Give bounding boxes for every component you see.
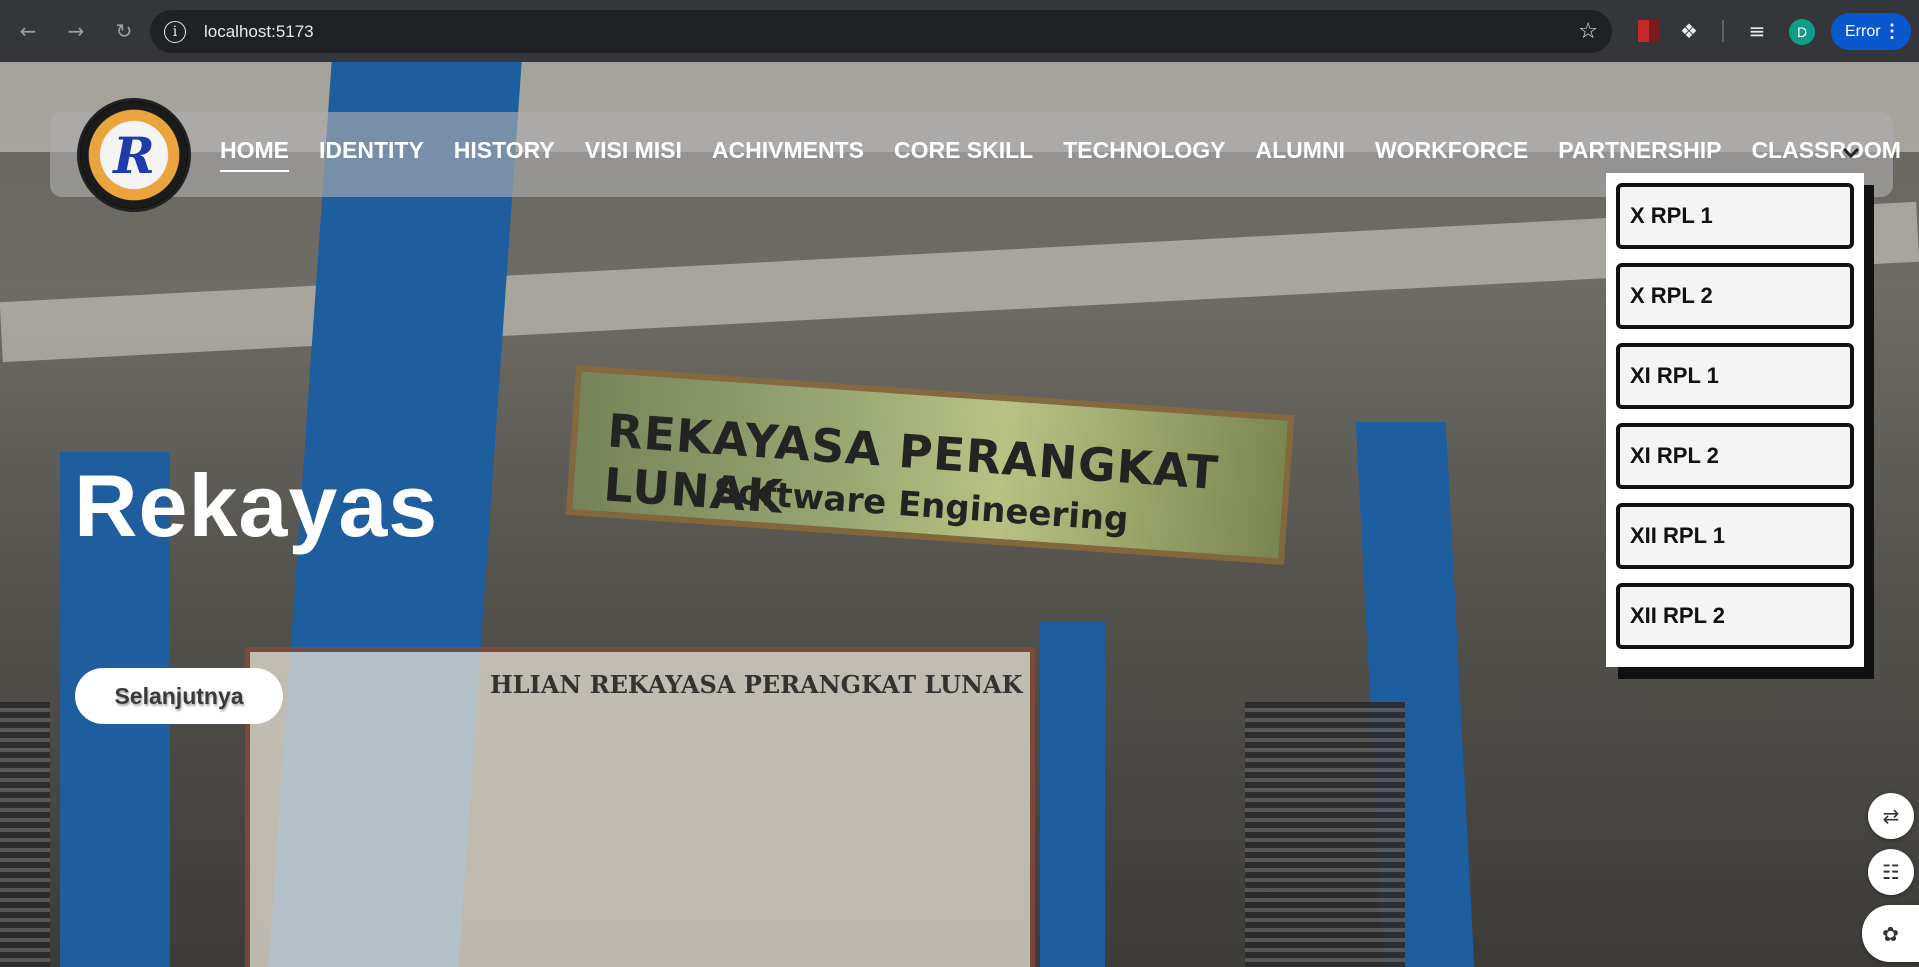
site-info-icon[interactable]: i [164,20,186,43]
nav-item-partnership[interactable]: PARTNERSHIP [1558,137,1721,164]
nav-item-workforce[interactable]: WORKFORCE [1375,137,1528,164]
dropdown-item-xii-rpl-2[interactable]: XII RPL 2 [1616,583,1854,649]
forward-arrow-icon[interactable]: → [56,11,96,51]
dropdown-item-x-rpl-2[interactable]: X RPL 2 [1616,263,1854,329]
dropdown-item-xii-rpl-1[interactable]: XII RPL 1 [1616,503,1854,569]
nav-item-technology[interactable]: TECHNOLOGY [1063,137,1225,164]
puzzle-icon[interactable]: ❖ [1672,14,1706,48]
bookmark-star-icon[interactable]: ☆ [1578,19,1598,44]
menu-dots-icon: ⋮ [1883,21,1901,41]
profile-avatar[interactable]: D [1789,19,1815,45]
nav-menu: HOME IDENTITY HISTORY VISI MISI ACHIVMENTS CO… [220,137,1919,172]
site-logo[interactable]: R [77,98,191,212]
window-grille [1245,702,1405,967]
translate-icon[interactable]: ⇄ [1868,793,1914,839]
window-grille [0,702,50,967]
error-label: Error [1845,22,1881,40]
address-bar[interactable]: i localhost:5173 ☆ [150,10,1612,53]
nav-item-alumni[interactable]: ALUMNI [1256,137,1345,164]
chevron-down-icon[interactable] [1840,142,1862,164]
extension-icon[interactable] [1632,14,1666,48]
media-control-icon[interactable]: ≡ [1740,14,1774,48]
nav-item-visi-misi[interactable]: VISI MISI [585,137,682,164]
classroom-dropdown: X RPL 1 X RPL 2 XI RPL 1 XI RPL 2 XII RPL 1 X… [1606,173,1864,667]
reload-icon[interactable]: ↻ [104,11,144,51]
pillar-center [1040,622,1105,967]
sign-title: REKAYASA PERANGKAT LUNAK [601,403,1221,524]
hero-title: Rekayas [74,456,439,555]
nav-item-core-skill[interactable]: CORE SKILL [894,137,1033,164]
department-sign: REKAYASA PERANGKAT LUNAK Software Engine… [565,365,1295,565]
nav-item-classroom[interactable]: CLASSROOM [1751,137,1901,164]
dropdown-item-xi-rpl-1[interactable]: XI RPL 1 [1616,343,1854,409]
error-button[interactable]: Error ⋮ [1831,13,1911,50]
board-title: HLIAN REKAYASA PERANGKAT LUNAK [490,670,1023,699]
nav-item-identity[interactable]: IDENTITY [319,137,424,164]
nav-item-history[interactable]: HISTORY [454,137,555,164]
browser-toolbar: ← → ↻ i localhost:5173 ☆ ❖ ≡ D Error ⋮ [0,0,1919,62]
nav-item-home[interactable]: HOME [220,137,289,172]
next-button[interactable]: Selanjutnya [75,668,283,724]
back-arrow-icon[interactable]: ← [8,11,48,51]
address-url[interactable]: localhost:5173 [204,22,314,42]
dropdown-item-xi-rpl-2[interactable]: XI RPL 2 [1616,423,1854,489]
nav-item-achivments[interactable]: ACHIVMENTS [712,137,864,164]
notice-board: HLIAN REKAYASA PERANGKAT LUNAK [245,647,1035,967]
reader-mode-icon[interactable]: ☷ [1868,849,1914,895]
ai-assistant-icon[interactable]: ✿ [1862,905,1919,962]
toolbar-divider [1722,20,1724,42]
dropdown-item-x-rpl-1[interactable]: X RPL 1 [1616,183,1854,249]
logo-mark: R [81,102,187,208]
